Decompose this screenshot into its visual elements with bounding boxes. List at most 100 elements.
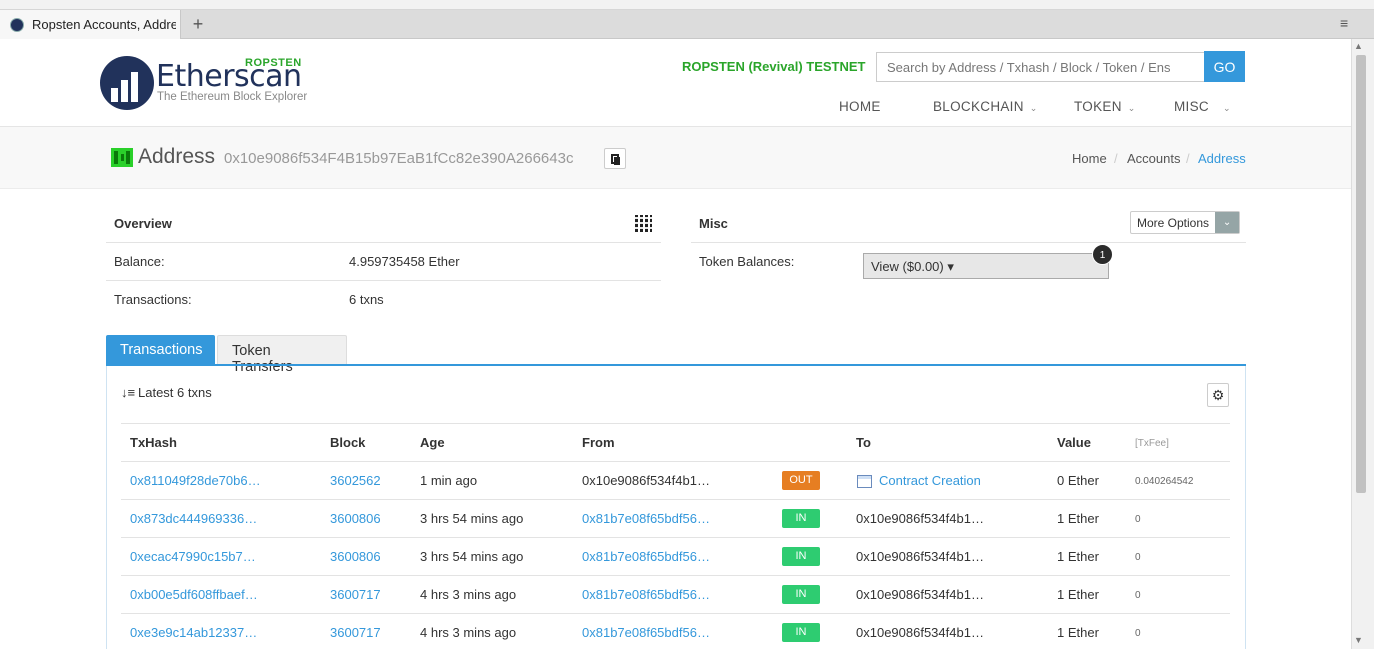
- row4-block-link[interactable]: 3600717: [330, 587, 381, 602]
- row2-value: 1 Ether: [1057, 511, 1099, 526]
- scroll-down-arrow-icon[interactable]: ▼: [1354, 635, 1363, 645]
- overview-divider: [106, 280, 661, 281]
- nav-blockchain-label: BLOCKCHAIN: [933, 99, 1024, 114]
- contract-creation-icon: [857, 475, 872, 488]
- row3-to: 0x10e9086f534f4b1…: [856, 549, 984, 564]
- breadcrumb-address: Address: [1198, 151, 1246, 166]
- scroll-up-arrow-icon[interactable]: ▲: [1354, 41, 1363, 51]
- chevron-down-icon: ⌄: [1029, 103, 1038, 113]
- transactions-panel: [106, 366, 1246, 649]
- logo-network-label: ROPSTEN: [245, 57, 302, 69]
- row1-direction-badge: OUT: [782, 471, 820, 490]
- misc-title: Misc: [699, 216, 728, 231]
- row5-from-link[interactable]: 0x81b7e08f65bdf56…: [582, 625, 710, 640]
- balance-value: 4.959735458 Ether: [349, 254, 460, 269]
- logo-tagline: The Ethereum Block Explorer: [157, 91, 308, 103]
- row2-from-link[interactable]: 0x81b7e08f65bdf56…: [582, 511, 710, 526]
- row1-value: 0 Ether: [1057, 473, 1099, 488]
- row5-age: 4 hrs 3 mins ago: [420, 625, 517, 640]
- gear-icon[interactable]: ⚙: [1207, 383, 1229, 407]
- window-top-bar: [0, 0, 1374, 10]
- address-hash[interactable]: 0x10e9086f534F4B15b97EaB1fCc82e390A26664…: [224, 150, 573, 167]
- column-header-block: Block: [330, 435, 366, 450]
- row2-direction-badge: IN: [782, 509, 820, 528]
- row4-direction-badge: IN: [782, 585, 820, 604]
- overview-title: Overview: [114, 216, 172, 231]
- token-balances-dropdown[interactable]: View ($0.00) ▾: [863, 253, 1109, 279]
- table-row-border: [121, 537, 1230, 538]
- copy-address-icon[interactable]: [604, 148, 626, 169]
- scrollbar-thumb[interactable]: [1356, 55, 1366, 493]
- network-label: ROPSTEN (Revival) TESTNET: [682, 59, 866, 74]
- row3-block-link[interactable]: 3600806: [330, 549, 381, 564]
- misc-divider: [691, 242, 1246, 243]
- row3-txfee: 0: [1135, 552, 1141, 563]
- address-identicon-icon: [111, 148, 133, 167]
- nav-home-label: HOME: [839, 99, 881, 114]
- column-header-age: Age: [420, 435, 445, 450]
- breadcrumb-separator: /: [1186, 151, 1190, 166]
- nav-blockchain[interactable]: BLOCKCHAIN ⌄: [933, 99, 1038, 114]
- nav-misc[interactable]: MISC ⌄: [1174, 99, 1231, 114]
- chevron-down-icon: ⌄: [1127, 103, 1136, 113]
- nav-home[interactable]: HOME: [839, 99, 881, 114]
- nav-token[interactable]: TOKEN ⌄: [1074, 99, 1136, 114]
- row3-from-link[interactable]: 0x81b7e08f65bdf56…: [582, 549, 710, 564]
- row4-txhash-link[interactable]: 0xb00e5df608ffbaef…: [130, 587, 258, 602]
- search-go-button[interactable]: GO: [1204, 51, 1245, 82]
- row5-block-link[interactable]: 3600717: [330, 625, 381, 640]
- browser-tab-title: Ropsten Accounts, Address: [32, 17, 176, 32]
- browser-menu-icon[interactable]: ≡: [1340, 15, 1348, 31]
- browser-tab[interactable]: Ropsten Accounts, Address: [0, 10, 181, 39]
- page-scrollbar[interactable]: ▲ ▼: [1351, 39, 1374, 649]
- tab-token-transfers[interactable]: Token Transfers: [217, 335, 347, 375]
- overview-divider: [106, 242, 661, 243]
- row1-txfee: 0.040264542: [1135, 476, 1194, 487]
- row1-from: 0x10e9086f534f4b1…: [582, 473, 710, 488]
- token-balances-label: Token Balances:: [699, 254, 795, 269]
- new-tab-button[interactable]: +: [189, 14, 207, 34]
- row5-to: 0x10e9086f534f4b1…: [856, 625, 984, 640]
- row1-block-link[interactable]: 3602562: [330, 473, 381, 488]
- sort-icon: ↓≡: [121, 385, 136, 400]
- column-header-txfee: [TxFee]: [1135, 438, 1169, 449]
- page-title: Address: [138, 145, 216, 168]
- column-header-from: From: [582, 435, 615, 450]
- qr-code-icon[interactable]: [635, 215, 652, 232]
- column-header-txhash: TxHash: [130, 435, 177, 450]
- row4-to: 0x10e9086f534f4b1…: [856, 587, 984, 602]
- caret-down-icon: ▾: [947, 259, 954, 274]
- nav-misc-label: MISC: [1174, 99, 1209, 114]
- etherscan-logo-icon[interactable]: [100, 56, 154, 110]
- row4-txfee: 0: [1135, 590, 1141, 601]
- row4-from-link[interactable]: 0x81b7e08f65bdf56…: [582, 587, 710, 602]
- row5-txhash-link[interactable]: 0xe3e9c14ab12337…: [130, 625, 257, 640]
- row3-direction-badge: IN: [782, 547, 820, 566]
- row5-value: 1 Ether: [1057, 625, 1099, 640]
- more-options-button[interactable]: More Options ⌄: [1130, 211, 1241, 234]
- token-count-badge: 1: [1092, 244, 1113, 265]
- table-header-border: [121, 461, 1230, 462]
- balance-label: Balance:: [114, 254, 165, 269]
- txn-summary: Latest 6 txns: [138, 385, 212, 400]
- row5-direction-badge: IN: [782, 623, 820, 642]
- row3-txhash-link[interactable]: 0xecac47990c15b7…: [130, 549, 256, 564]
- row1-to-link[interactable]: Contract Creation: [879, 473, 981, 488]
- row3-value: 1 Ether: [1057, 549, 1099, 564]
- table-row-border: [121, 613, 1230, 614]
- tab-transactions[interactable]: Transactions: [106, 335, 215, 366]
- nav-token-label: TOKEN: [1074, 99, 1122, 114]
- chevron-down-icon: ⌄: [1222, 103, 1231, 113]
- row2-txfee: 0: [1135, 514, 1141, 525]
- breadcrumb-home[interactable]: Home: [1072, 151, 1107, 166]
- token-balances-value: View ($0.00): [871, 259, 944, 274]
- breadcrumb-accounts[interactable]: Accounts: [1127, 151, 1180, 166]
- row1-txhash-link[interactable]: 0x811049f28de70b6…: [130, 473, 261, 488]
- table-top-border: [121, 423, 1230, 424]
- row2-to: 0x10e9086f534f4b1…: [856, 511, 984, 526]
- transactions-label: Transactions:: [114, 292, 192, 307]
- search-input[interactable]: [876, 52, 1205, 82]
- column-header-value: Value: [1057, 435, 1091, 450]
- row2-txhash-link[interactable]: 0x873dc444969336…: [130, 511, 257, 526]
- row2-block-link[interactable]: 3600806: [330, 511, 381, 526]
